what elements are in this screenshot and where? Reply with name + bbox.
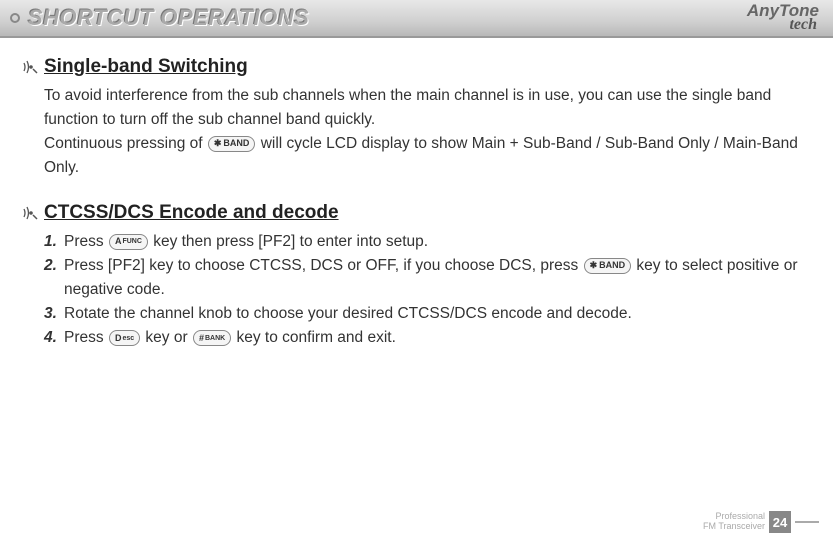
- list-item: 1. Press AFUNC key then press [PF2] to e…: [44, 230, 811, 254]
- brand-sub: tech: [789, 18, 817, 32]
- bank-key-icon: #BANK: [193, 330, 231, 346]
- list-item: 4. Press Desc key or #BANK key to confir…: [44, 326, 811, 350]
- paragraph: To avoid interference from the sub chann…: [44, 84, 811, 132]
- list-number: 1.: [44, 230, 64, 254]
- section-header: Single-band Switching: [22, 56, 811, 78]
- list-number: 2.: [44, 254, 64, 302]
- content: Single-band Switching To avoid interfere…: [0, 38, 833, 350]
- list-text: Press Desc key or #BANK key to confirm a…: [64, 326, 811, 350]
- header-bullet-icon: [10, 13, 20, 23]
- paragraph: Continuous pressing of ✱BAND will cycle …: [44, 132, 811, 180]
- list-number: 4.: [44, 326, 64, 350]
- brand-logo: AnyTone tech: [747, 3, 819, 33]
- func-key-icon: AFUNC: [109, 234, 148, 250]
- header-bar: SHORTCUT OPERATIONS AnyTone tech: [0, 0, 833, 38]
- band-key-icon: ✱BAND: [208, 136, 256, 152]
- footer: Professional FM Transceiver 24: [703, 511, 819, 533]
- signal-icon: [22, 205, 38, 221]
- list-item: 3. Rotate the channel knob to choose you…: [44, 302, 811, 326]
- esc-key-icon: Desc: [109, 330, 140, 346]
- page-title: SHORTCUT OPERATIONS: [28, 5, 747, 31]
- section-title: CTCSS/DCS Encode and decode: [44, 202, 339, 224]
- signal-icon: [22, 59, 38, 75]
- list-item: 2. Press [PF2] key to choose CTCSS, DCS …: [44, 254, 811, 302]
- band-key-icon: ✱BAND: [584, 258, 632, 274]
- text: Continuous pressing of: [44, 135, 207, 152]
- list-number: 3.: [44, 302, 64, 326]
- footer-label: Professional FM Transceiver: [703, 512, 765, 532]
- ordered-list: 1. Press AFUNC key then press [PF2] to e…: [22, 230, 811, 350]
- section-title: Single-band Switching: [44, 56, 248, 78]
- section-header: CTCSS/DCS Encode and decode: [22, 202, 811, 224]
- page-number: 24: [769, 511, 791, 533]
- list-text: Rotate the channel knob to choose your d…: [64, 302, 811, 326]
- section-body: To avoid interference from the sub chann…: [22, 84, 811, 180]
- list-text: Press AFUNC key then press [PF2] to ente…: [64, 230, 811, 254]
- list-text: Press [PF2] key to choose CTCSS, DCS or …: [64, 254, 811, 302]
- footer-text: FM Transceiver: [703, 522, 765, 532]
- footer-rule-icon: [795, 521, 819, 523]
